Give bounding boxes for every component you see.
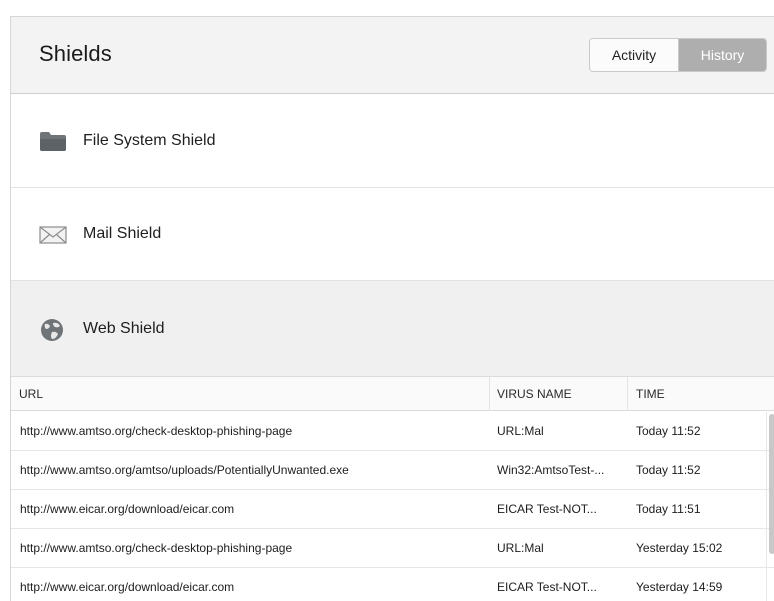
virus-name-column-header[interactable]: VIRUS NAME [489,377,572,411]
url-cell: http://www.amtso.org/check-desktop-phish… [20,424,293,438]
page-title: Shields [39,41,112,66]
time-column-header[interactable]: TIME [627,377,665,411]
url-cell: http://www.amtso.org/check-desktop-phish… [20,541,293,555]
table-header: URL VIRUS NAME TIME [11,377,774,411]
virus-name-cell: URL:Mal [497,541,544,555]
history-tab[interactable]: History [679,39,766,71]
virus-name-cell: Win32:AmtsoTest-... [497,463,605,477]
globe-icon [39,318,67,341]
shields-window: Shields Activity History File System Shi… [10,16,774,601]
url-cell: http://www.amtso.org/amtso/uploads/Poten… [20,463,349,477]
table-row[interactable]: http://www.amtso.org/amtso/uploads/Poten… [11,451,774,490]
virus-name-cell: EICAR Test-NOT... [497,502,597,516]
url-cell: http://www.eicar.org/download/eicar.com [20,580,235,594]
time-cell: Yesterday 15:02 [636,541,723,555]
mail-shield-item[interactable]: Mail Shield [11,188,774,281]
web-shield-label: Web Shield [83,319,165,337]
table-row[interactable]: http://www.eicar.org/download/eicar.com … [11,490,774,529]
table-body: http://www.amtso.org/check-desktop-phish… [11,412,774,601]
vertical-scrollbar[interactable] [769,414,774,554]
table-row[interactable]: http://www.amtso.org/check-desktop-phish… [11,412,774,451]
table-row[interactable]: http://www.amtso.org/check-desktop-phish… [11,529,774,568]
folder-icon [39,130,67,152]
file-system-shield-item[interactable]: File System Shield [11,95,774,188]
virus-name-cell: EICAR Test-NOT... [497,580,597,594]
time-cell: Today 11:51 [636,502,701,516]
virus-name-cell: URL:Mal [497,424,544,438]
activity-tab[interactable]: Activity [590,39,679,71]
mail-shield-label: Mail Shield [83,225,162,242]
web-shield-item[interactable]: Web Shield [11,281,774,377]
time-cell: Today 11:52 [636,424,701,438]
file-system-shield-label: File System Shield [83,132,216,149]
time-cell: Yesterday 14:59 [636,580,723,594]
url-cell: http://www.eicar.org/download/eicar.com [20,502,235,516]
history-table: URL VIRUS NAME TIME http://www.amtso.org… [11,377,774,601]
scroll-track [766,412,767,601]
table-row[interactable]: http://www.eicar.org/download/eicar.com … [11,568,774,601]
url-column-header[interactable]: URL [19,377,43,411]
view-segmented-control: Activity History [589,38,767,72]
envelope-icon [39,223,67,245]
shields-header: Shields Activity History [11,17,774,94]
time-cell: Today 11:52 [636,463,701,477]
